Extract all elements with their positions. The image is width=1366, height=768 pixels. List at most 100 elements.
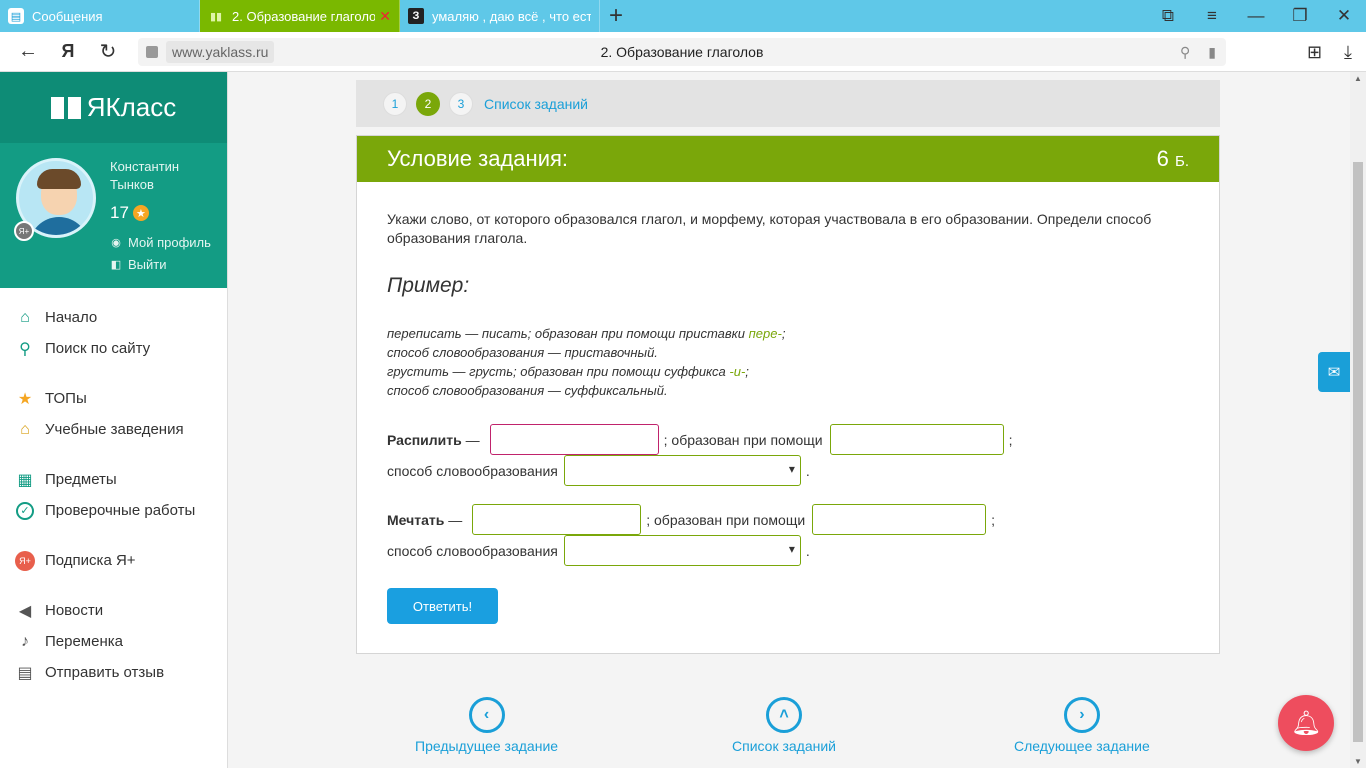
restore-icon[interactable]: ❐ bbox=[1278, 0, 1322, 32]
source-word-input[interactable] bbox=[472, 504, 642, 535]
sidebar-item-label: Новости bbox=[45, 602, 104, 619]
logo[interactable]: ЯКласс bbox=[0, 72, 227, 143]
score-value: 17 bbox=[110, 203, 129, 222]
logout-link[interactable]: ◧ Выйти bbox=[110, 257, 167, 272]
sidebar-item-label: Учебные заведения bbox=[45, 421, 184, 438]
address-bar: ← Я ↻ www.yaklass.ru 2. Образование глаг… bbox=[0, 32, 1366, 72]
scroll-up-icon[interactable]: ▲ bbox=[1354, 74, 1362, 83]
submit-button[interactable]: Ответить! bbox=[387, 588, 498, 624]
logout-icon: ◧ bbox=[110, 259, 122, 271]
back-icon[interactable]: ← bbox=[8, 32, 48, 72]
sidebar: ЯКласс Я+ Константин Тынков 17 ★ ◉ Мой п… bbox=[0, 72, 228, 768]
example-morpheme: -и- bbox=[729, 364, 746, 379]
profile-score: 17 ★ bbox=[110, 203, 149, 223]
question-dot: . bbox=[805, 542, 810, 559]
profile-name[interactable]: Константин Тынков bbox=[110, 158, 220, 194]
main-content: 1 2 3 Список заданий Условие задания: 6 … bbox=[229, 72, 1350, 768]
method-select[interactable] bbox=[563, 455, 801, 486]
school-icon: ⌂ bbox=[20, 420, 30, 438]
ya-plus-icon: Я+ bbox=[15, 550, 35, 571]
address-page-title: 2. Образование глаголов bbox=[600, 44, 764, 60]
search-icon: ⚲ bbox=[19, 340, 31, 358]
chevron-left-icon: ‹ bbox=[468, 697, 505, 733]
sidebar-item-home[interactable]: ⌂ Начало bbox=[0, 302, 227, 333]
new-tab-button[interactable]: + bbox=[600, 0, 632, 32]
morpheme-input[interactable] bbox=[829, 424, 1004, 455]
sidebar-item-feedback[interactable]: ▤ Отправить отзыв bbox=[0, 657, 227, 688]
star-coin-icon: ★ bbox=[132, 205, 149, 221]
scrollbar-thumb[interactable] bbox=[1353, 162, 1363, 742]
close-tab-icon[interactable]: ✕ bbox=[379, 8, 391, 25]
check-circle-icon: ✓ bbox=[16, 501, 34, 520]
source-word-input[interactable] bbox=[489, 424, 659, 455]
sidebar-item-schools[interactable]: ⌂ Учебные заведения bbox=[0, 414, 227, 445]
example-line-3: грустить — грусть; образован при помощи … bbox=[387, 364, 749, 379]
bookmark-icon[interactable]: ▮ bbox=[1208, 44, 1216, 61]
sidebar-item-search[interactable]: ⚲ Поиск по сайту bbox=[0, 333, 227, 364]
book-icon: ▮▮ bbox=[209, 10, 223, 23]
task-card: Условие задания: 6 Б. Укажи слово, от ко… bbox=[356, 135, 1220, 654]
question-word: Мечтать — bbox=[387, 511, 463, 528]
question-end: ; bbox=[991, 511, 996, 528]
sidebar-item-news[interactable]: ◀ Новости bbox=[0, 595, 227, 626]
lock-icon bbox=[146, 46, 158, 58]
ya-plus-badge-icon: Я+ bbox=[14, 221, 34, 241]
bell-icon: ♪ bbox=[21, 632, 29, 650]
morpheme-input[interactable] bbox=[812, 504, 987, 535]
question-1: Распилить — ; образован при помощи ; спо… bbox=[387, 424, 1189, 486]
sidebar-item-subscription[interactable]: Я+ Подписка Я+ bbox=[0, 545, 227, 576]
yandex-icon[interactable]: Я bbox=[48, 32, 88, 72]
step-1[interactable]: 1 bbox=[383, 91, 407, 116]
logo-book-icon bbox=[50, 96, 81, 119]
method-select[interactable] bbox=[563, 535, 801, 566]
question-middle-text: ; образован при помощи bbox=[646, 511, 806, 528]
window-controls: ⧉ ≡ — ❐ ✕ bbox=[1146, 0, 1366, 32]
task-list-link[interactable]: Список заданий bbox=[484, 96, 588, 112]
question-end: ; bbox=[1008, 431, 1013, 448]
browser-tab-messages[interactable]: ▤ Сообщения bbox=[0, 0, 200, 32]
step-2[interactable]: 2 bbox=[416, 91, 440, 116]
download-icon[interactable]: ⤓ bbox=[1344, 42, 1352, 63]
scroll-down-icon[interactable]: ▼ bbox=[1354, 757, 1362, 766]
next-task-link[interactable]: › Следующее задание bbox=[1014, 697, 1150, 754]
mail-icon[interactable]: ✉ bbox=[1318, 352, 1350, 392]
my-profile-label: Мой профиль bbox=[128, 235, 211, 250]
step-3[interactable]: 3 bbox=[449, 91, 473, 116]
tabs-list-icon[interactable]: ⧉ bbox=[1146, 0, 1190, 32]
task-body: Укажи слово, от которого образовался гла… bbox=[357, 182, 1219, 624]
browser-tab-znanija[interactable]: З умаляю , даю всё , что есть bbox=[400, 0, 600, 32]
profile-panel: Я+ Константин Тынков 17 ★ ◉ Мой профиль … bbox=[0, 143, 227, 288]
my-profile-link[interactable]: ◉ Мой профиль bbox=[110, 235, 211, 250]
notification-bell-icon[interactable]: 🔔︎ bbox=[1278, 695, 1334, 751]
sidebar-item-subjects[interactable]: ▦ Предметы bbox=[0, 464, 227, 495]
page-scrollbar[interactable]: ▲ ▼ bbox=[1350, 72, 1366, 768]
tab-label: Сообщения bbox=[32, 8, 103, 24]
method-label: способ словообразования bbox=[387, 462, 558, 479]
reload-icon[interactable]: ↻ bbox=[88, 32, 128, 72]
sidebar-item-label: Переменка bbox=[45, 633, 123, 650]
sidebar-item-break[interactable]: ♪ Переменка bbox=[0, 626, 227, 657]
minimize-icon[interactable]: — bbox=[1234, 0, 1278, 32]
sidebar-item-tests[interactable]: ✓ Проверочные работы bbox=[0, 495, 227, 526]
browser-tab-current[interactable]: ▮▮ 2. Образование глаголов ✕ bbox=[200, 0, 400, 32]
example-line-2: способ словообразования — приставочный. bbox=[387, 345, 658, 360]
search-icon[interactable]: ⚲ bbox=[1180, 44, 1190, 61]
menu-icon[interactable]: ≡ bbox=[1190, 0, 1234, 32]
task-title: Условие задания: bbox=[387, 146, 569, 171]
url-field[interactable]: www.yaklass.ru 2. Образование глаголов ⚲… bbox=[138, 38, 1226, 66]
star-icon: ★ bbox=[17, 390, 33, 408]
sidebar-item-label: Начало bbox=[45, 309, 98, 326]
close-window-icon[interactable]: ✕ bbox=[1322, 0, 1366, 32]
logo-text: ЯКласс bbox=[86, 92, 177, 122]
protect-icon[interactable]: ⊞ bbox=[1307, 42, 1322, 63]
sidebar-item-label: Проверочные работы bbox=[45, 502, 196, 519]
method-label: способ словообразования bbox=[387, 542, 558, 559]
chevron-up-icon: ˄ bbox=[766, 697, 802, 733]
sidebar-item-tops[interactable]: ★ ТОПы bbox=[0, 383, 227, 414]
chat-icon: ▤ bbox=[8, 8, 24, 24]
sidebar-item-label: Подписка Я+ bbox=[45, 552, 136, 569]
logout-label: Выйти bbox=[128, 257, 167, 272]
task-points: 6 Б. bbox=[1157, 146, 1189, 172]
prev-task-link[interactable]: ‹ Предыдущее задание bbox=[415, 697, 558, 754]
task-list-bottom-link[interactable]: ˄ Список заданий bbox=[732, 697, 836, 754]
